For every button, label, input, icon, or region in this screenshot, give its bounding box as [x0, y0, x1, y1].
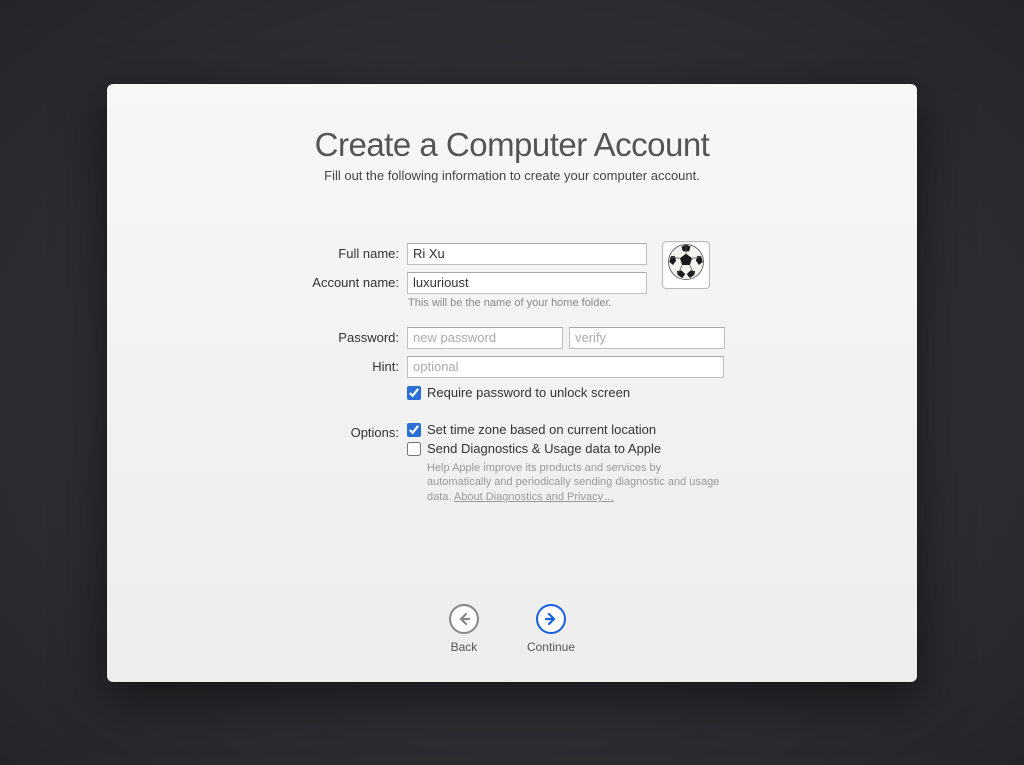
avatar-picker[interactable]: [662, 241, 710, 289]
options-label: Options:: [242, 422, 407, 440]
navigation-bar: Back Continue: [107, 604, 917, 654]
page-subtitle: Fill out the following information to cr…: [107, 168, 917, 183]
verify-password-input[interactable]: [569, 327, 725, 349]
password-label: Password:: [242, 327, 407, 345]
continue-button[interactable]: Continue: [527, 604, 575, 654]
account-form: Full name: Account name: This will be th…: [242, 243, 782, 506]
password-input[interactable]: [407, 327, 563, 349]
account-name-input[interactable]: [407, 272, 647, 294]
require-password-checkbox-row[interactable]: Require password to unlock screen: [407, 385, 782, 400]
diagnostics-checkbox-row[interactable]: Send Diagnostics & Usage data to Apple: [407, 441, 782, 456]
full-name-label: Full name:: [242, 243, 407, 261]
hint-label: Hint:: [242, 356, 407, 374]
timezone-label: Set time zone based on current location: [427, 422, 656, 437]
diagnostics-label: Send Diagnostics & Usage data to Apple: [427, 441, 661, 456]
diagnostics-checkbox[interactable]: [407, 442, 421, 456]
diagnostics-help: Help Apple improve its products and serv…: [427, 461, 727, 506]
continue-label: Continue: [527, 640, 575, 654]
timezone-checkbox-row[interactable]: Set time zone based on current location: [407, 422, 782, 437]
back-button[interactable]: Back: [449, 604, 479, 654]
account-name-help: This will be the name of your home folde…: [408, 297, 782, 309]
account-name-label: Account name:: [242, 272, 407, 290]
require-password-label: Require password to unlock screen: [427, 385, 630, 400]
back-label: Back: [451, 640, 478, 654]
arrow-right-icon: [543, 611, 559, 627]
page-title: Create a Computer Account: [107, 126, 917, 164]
arrow-left-icon: [456, 611, 472, 627]
setup-window: Create a Computer Account Fill out the f…: [107, 84, 917, 682]
hint-input[interactable]: [407, 356, 724, 378]
require-password-checkbox[interactable]: [407, 386, 421, 400]
timezone-checkbox[interactable]: [407, 423, 421, 437]
full-name-input[interactable]: [407, 243, 647, 265]
diagnostics-privacy-link[interactable]: About Diagnostics and Privacy…: [454, 491, 614, 503]
soccer-ball-icon: [667, 243, 705, 286]
